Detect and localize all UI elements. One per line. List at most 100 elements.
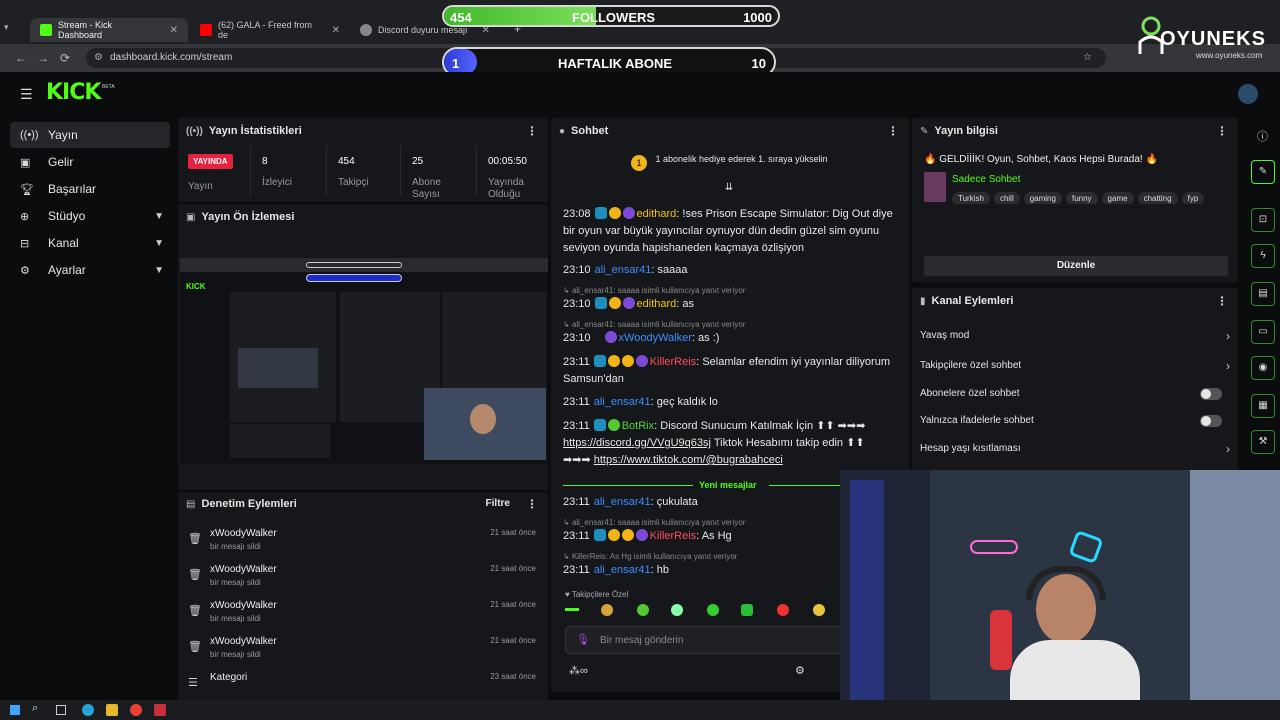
tab-youtube[interactable]: (62) GALA - Freed from de ✕ [190,18,350,42]
emote-icon[interactable] [637,604,649,616]
tag: gaming [1023,192,1062,204]
emote-icon[interactable] [601,604,613,616]
emote-icon[interactable] [565,608,579,611]
chat-bubble-icon: ● [559,125,566,137]
sidebar-item-gelir[interactable]: ▣ Gelir [10,149,170,175]
divider [476,146,477,196]
tag: fyp [1181,192,1205,204]
chevron-down-icon: ▼ [154,237,164,249]
hamburger-menu-icon[interactable]: ☰ [20,86,33,103]
gold-badge-icon [608,297,621,309]
chat-settings-icon[interactable]: ⚙ [795,664,805,677]
mic-icon[interactable]: 🎙︎ [576,633,590,646]
emote-icon[interactable] [813,604,825,616]
tab-close-icon[interactable]: ✕ [332,25,340,36]
emote-icon[interactable] [777,604,789,616]
moderation-row: 🗑︎ xWoodyWalker bir mesajı sildi 21 saat… [188,528,536,551]
chat-header: ● Sohbet ⋮ [559,124,899,138]
stream-preview-video[interactable]: KICK [180,258,548,464]
stream-preview-header: ▣ Yayın Ön İzlemesi [186,211,295,223]
followers-goal: 1000 [743,10,772,25]
chat-message: 23:10 xWoodyWalker: as :) [563,331,720,344]
mic-badge-icon [604,331,617,343]
pencil-icon[interactable]: ✎ [1251,160,1275,184]
microphone [990,610,1012,670]
followers-only-chat-row[interactable]: Takipçilere özel sohbet › [920,356,1230,376]
kebab-menu-icon[interactable]: ⋮ [1216,294,1228,308]
task-view-icon[interactable] [56,705,66,715]
category-thumbnail[interactable] [924,172,946,202]
studio-icon: ⊕ [20,210,30,223]
divider [400,146,401,196]
emote-icon[interactable] [741,604,753,616]
clipboard-icon[interactable]: ▤ [1251,282,1275,306]
category-name[interactable]: Sadece Sohbet [952,174,1020,185]
search-icon[interactable]: ⌕ [32,702,38,715]
divider [326,146,327,196]
lightning-icon[interactable]: ϟ [1251,244,1275,268]
chat-message: 23:11 KillerReis: Selamlar efendim iyi ya… [563,355,890,385]
followers-goal-bar: 454 FOLLOWERS 1000 [442,5,780,27]
back-icon[interactable]: ← [10,51,32,65]
tag: chill [993,192,1020,204]
emote-icon[interactable] [671,604,683,616]
oyuneks-logo: OYUNEKS www.oyuneks.com [1136,16,1276,64]
sidebar-item-studyo[interactable]: ⊕ Stüdyo ▼ [10,203,170,229]
kick-header: ☰ KICK BETA [0,72,1280,116]
tab-kick-dashboard[interactable]: Stream - Kick Dashboard ✕ [30,18,188,42]
site-info-icon[interactable]: ⚙ [94,48,103,68]
tab-search-icon[interactable]: ▾ [4,22,9,33]
slow-mode-row[interactable]: Yavaş mod › [920,326,1230,346]
layout-icon[interactable]: ▦ [1251,394,1275,418]
kick-beta-label: BETA [102,84,115,90]
emote-only-toggle[interactable] [1200,415,1222,427]
stream-info-header: ✎ Yayın bilgisi ⋮ [920,124,1228,138]
pinned-gift-banner[interactable]: 1 1 abonelik hediye ederek 1. sıraya yük… [631,154,828,171]
points-icon[interactable]: ⁂∞ [569,664,588,677]
info-icon[interactable]: ⓘ [1257,128,1268,144]
reload-icon[interactable]: ⟳ [54,51,76,65]
filter-button[interactable]: Filtre [486,498,510,509]
chevron-down-icon: ▼ [154,264,164,276]
gift-badge-icon [635,355,648,367]
stream-preview-panel: ▣ Yayın Ön İzlemesi KICK [178,204,548,490]
kebab-menu-icon[interactable]: ⋮ [526,124,538,138]
tag: Turkish [952,192,990,204]
forward-icon[interactable]: → [32,51,54,65]
app-icon[interactable] [154,704,166,716]
emote-bar [565,604,845,618]
sidebar-item-kanal[interactable]: ⊟ Kanal ▼ [10,230,170,256]
edit-button[interactable]: Düzenle [924,256,1228,276]
kebab-menu-icon[interactable]: ⋮ [887,124,899,138]
sidebar-item-yayin[interactable]: ((•)) Yayın [10,122,170,148]
scroll-lock-icon[interactable]: ⇊ [725,182,733,193]
emote-icon[interactable] [707,604,719,616]
bookmark-star-icon[interactable]: ☆ [1083,48,1092,68]
followers-only-notice: ♥ Takipçilere Özel [565,590,629,599]
kebab-menu-icon[interactable]: ⋮ [526,497,538,511]
kick-logo[interactable]: KICK [46,80,101,105]
capture-icon[interactable]: ⊡ [1251,208,1275,232]
avatar[interactable] [1238,84,1258,104]
windows-start-icon[interactable] [10,705,20,715]
edge-icon[interactable] [82,704,94,716]
chat-message: 23:08 edithard: !ses Prison Escape Simula… [563,207,893,254]
kebab-menu-icon[interactable]: ⋮ [1216,124,1228,138]
wrench-icon[interactable]: ⚒ [1251,430,1275,454]
sub-badge-icon [593,529,606,541]
sidebar-item-ayarlar[interactable]: ⚙ Ayarlar ▼ [10,257,170,283]
chrome-icon[interactable] [130,704,142,716]
tab-close-icon[interactable]: ✕ [170,25,178,36]
file-explorer-icon[interactable] [106,704,118,716]
broadcast-icon: ((•)) [186,125,203,137]
subscribers-only-toggle[interactable] [1200,388,1222,400]
moderation-panel: ▤ Denetim Eylemleri Filtre ⋮ 🗑︎ xWoodyWa… [178,492,548,700]
kick-favicon-icon [40,24,52,36]
divider [250,146,251,196]
tag: game [1101,192,1134,204]
chat-icon[interactable]: ▭ [1251,320,1275,344]
subs-current: 1 [452,56,460,71]
sidebar-item-basarilar[interactable]: 🏆︎ Başarılar [10,176,170,202]
account-age-row[interactable]: Hesap yaşı kısıtlaması › [920,439,1230,459]
broadcast-icon[interactable]: ◉ [1251,356,1275,380]
